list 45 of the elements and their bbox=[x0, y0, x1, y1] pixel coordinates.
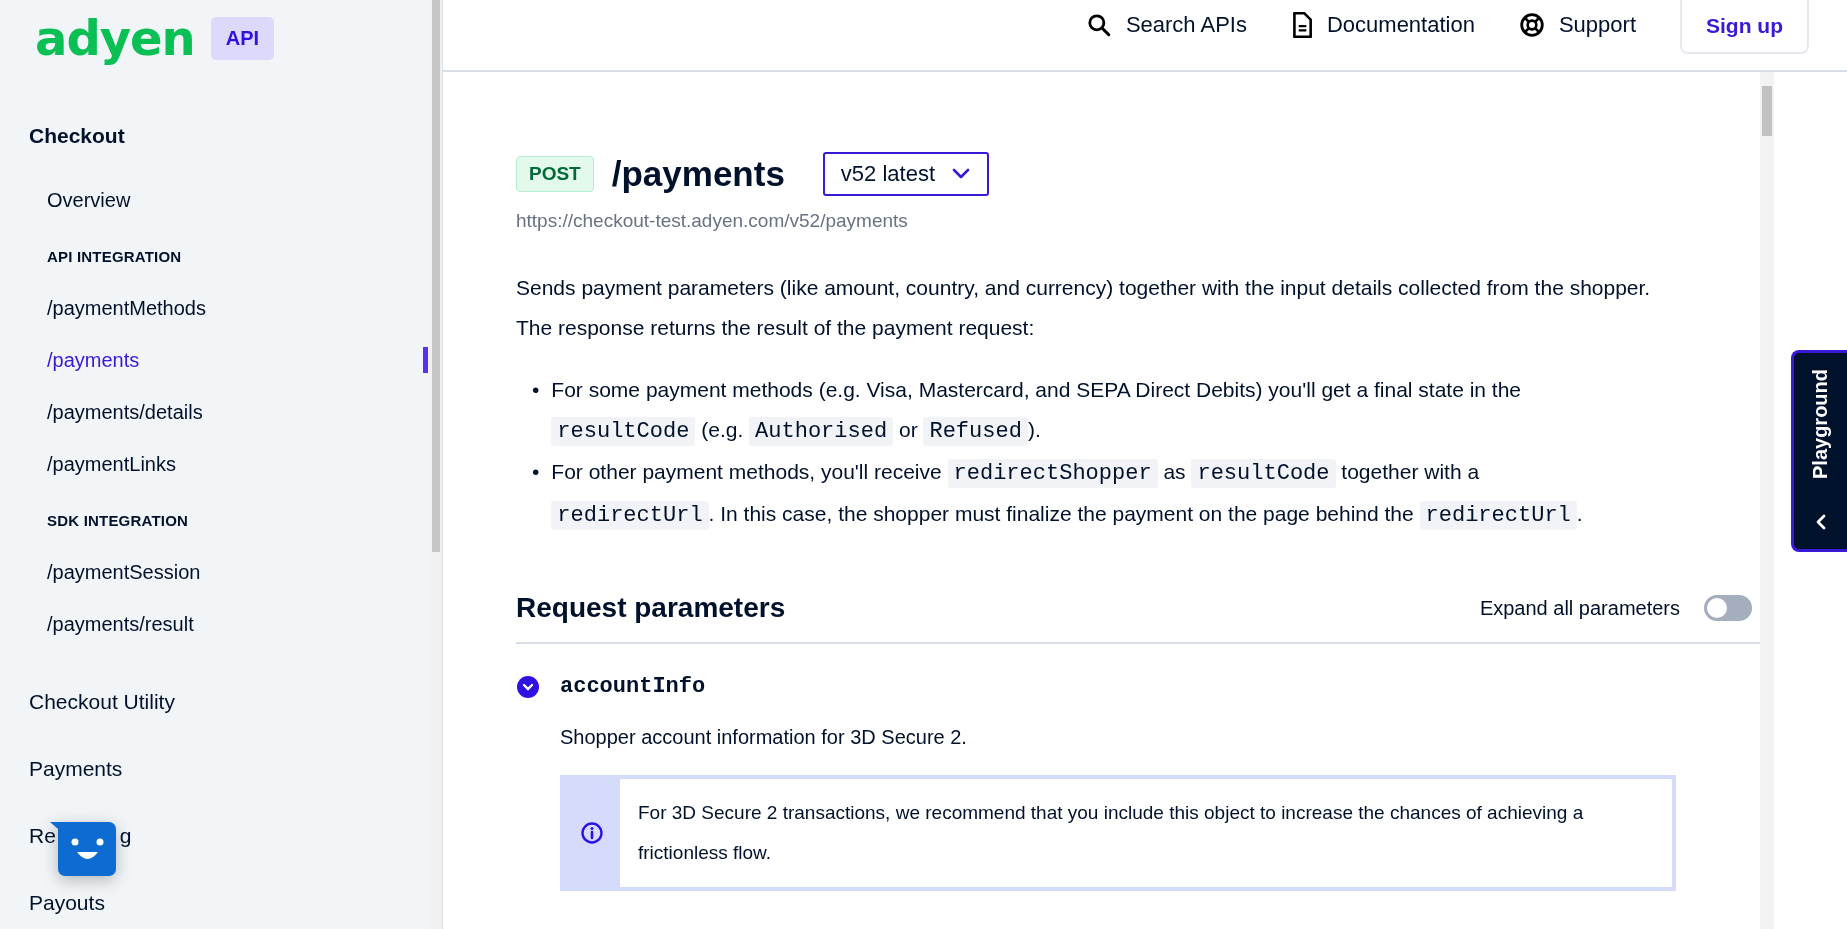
sidebar-item[interactable]: Re bbox=[29, 824, 56, 848]
parameter-description: Shopper account information for 3D Secure 2. bbox=[560, 726, 968, 749]
sidebar-item[interactable]: Overview bbox=[47, 188, 131, 212]
playground-tab[interactable]: Playground bbox=[1791, 350, 1847, 552]
collapse-toggle-icon[interactable] bbox=[516, 674, 540, 699]
nav-link[interactable]: Documentation bbox=[1290, 0, 1475, 50]
bullet-text: For some payment methods (e.g. Visa, Mastercard, and SEPA Direct Debits) you'll get a final state in the resultCode (e.g. Authorised or Refused ). bbox=[551, 377, 1523, 448]
search-icon bbox=[1085, 12, 1112, 38]
group-heading: API INTEGRATION bbox=[47, 248, 183, 265]
sidebar-item[interactable]: Payouts bbox=[29, 891, 105, 915]
note-text: For 3D Secure 2 transactions, we recommend that you include this object to increase the chances of achieving a frictionless flow. bbox=[637, 801, 1585, 865]
scrollbar[interactable] bbox=[430, 0, 442, 929]
bullet-marker: • bbox=[532, 459, 540, 485]
endpoint-url: https://checkout-test.adyen.com/v52/payments bbox=[516, 210, 909, 232]
sidebar-item[interactable]: Payments bbox=[29, 757, 123, 781]
sidebar-item[interactable]: Checkout Utility bbox=[29, 690, 175, 714]
nav-link[interactable]: Support bbox=[1518, 0, 1636, 50]
lifebuoy-icon bbox=[1518, 12, 1545, 38]
info-icon bbox=[580, 821, 604, 845]
api-badge: API bbox=[210, 16, 275, 60]
sidebar-item[interactable]: /paymentSession bbox=[47, 560, 201, 584]
parameter-name: accountInfo bbox=[560, 674, 706, 699]
bullet-marker: • bbox=[532, 377, 540, 403]
scrollbar[interactable] bbox=[1760, 72, 1774, 929]
version-dropdown[interactable]: v52 latest bbox=[822, 152, 990, 196]
endpoint-title: /payments bbox=[611, 154, 785, 194]
sidebar-item[interactable]: /payments/result bbox=[47, 612, 194, 636]
nav-link[interactable]: Search APIs bbox=[1085, 0, 1247, 50]
sidebar-item[interactable]: /paymentMethods bbox=[47, 296, 206, 320]
description: Sends payment parameters (like amount, country, and currency) together with the input details collected from the shopper. The response returns the result of the payment request: bbox=[516, 275, 1652, 341]
method-badge: POST bbox=[516, 156, 594, 192]
sidebar-item-fragment: g bbox=[119, 824, 132, 848]
toggle-switch[interactable] bbox=[1704, 595, 1752, 621]
sidebar-item[interactable]: /payments bbox=[47, 348, 140, 372]
chevron-down-icon bbox=[951, 167, 972, 181]
section-heading: Request parameters bbox=[516, 592, 786, 624]
group-heading: SDK INTEGRATION bbox=[47, 512, 190, 529]
bullet-text: For other payment methods, you'll receive redirectShopper as resultCode together with a redirectUrl . In this case, the shopper must finalize the payment on the page behind the redirectUrl . bbox=[551, 458, 1584, 532]
document-icon bbox=[1290, 12, 1313, 38]
sidebar-item[interactable]: /payments/details bbox=[47, 400, 203, 424]
toggle-label: Expand all parameters bbox=[1479, 596, 1680, 620]
sidebar-item[interactable]: /paymentLinks bbox=[47, 452, 176, 476]
section-title[interactable]: Checkout bbox=[29, 124, 430, 148]
selection-indicator bbox=[423, 347, 428, 373]
sign-up-button[interactable]: Sign up bbox=[1680, 0, 1809, 54]
